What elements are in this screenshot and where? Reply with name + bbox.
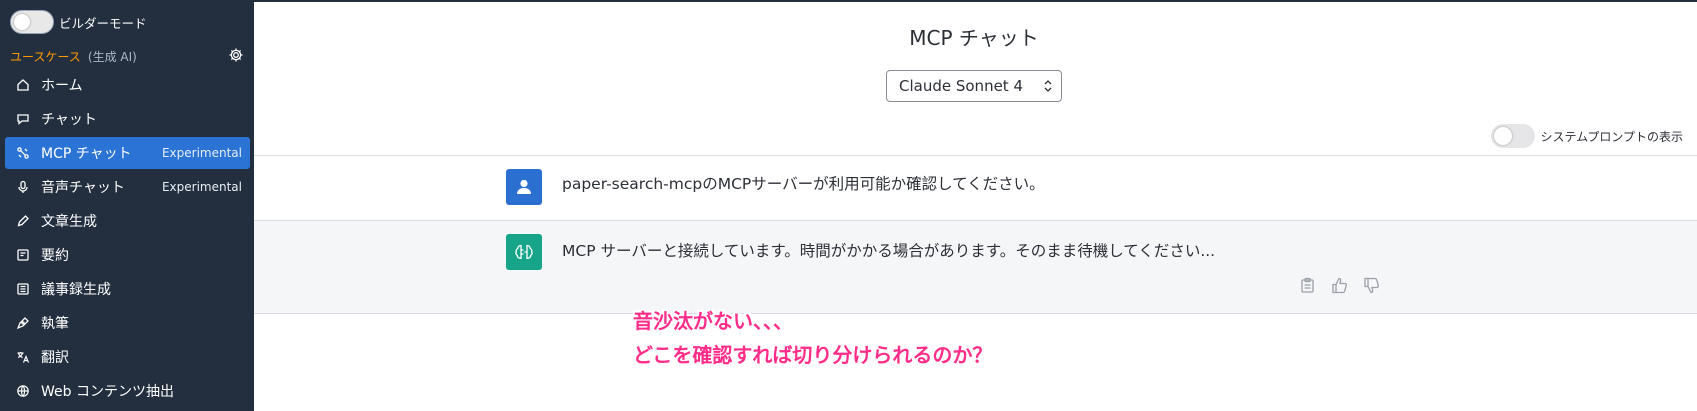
- microphone-icon: [15, 179, 31, 195]
- sidebar-item-label: ホーム: [41, 78, 83, 94]
- message-text: paper-search-mcpのMCPサーバーが利用可能か確認してください。: [562, 175, 1045, 193]
- system-prompt-toggle-row[interactable]: システムプロンプトの表示: [1491, 124, 1683, 148]
- chat-icon: [15, 111, 31, 127]
- system-prompt-toggle[interactable]: [1491, 124, 1536, 148]
- sidebar-item-summary[interactable]: 要約: [5, 239, 250, 271]
- sidebar-item-voice-chat[interactable]: 音声チャット Experimental: [5, 171, 250, 203]
- experimental-badge: Experimental: [161, 146, 242, 160]
- sidebar-item-label: 要約: [41, 248, 69, 264]
- usecase-section-header: ユースケース (生成 AI): [10, 46, 244, 64]
- annotation-line-1: 音沙汰がない、、、: [633, 309, 793, 333]
- chat-message-assistant: MCP サーバーと接続しています。時間がかかる場合があります。そのまま待機してく…: [254, 220, 1697, 314]
- sidebar: ビルダーモード ユースケース (生成 AI) ホーム チャット MCP チャット…: [0, 0, 254, 411]
- sidebar-item-label: Web コンテンツ抽出: [41, 384, 174, 400]
- experimental-badge: Experimental: [161, 180, 242, 194]
- pencil-icon: [15, 213, 31, 229]
- system-prompt-label: システムプロンプトの表示: [1540, 129, 1683, 144]
- assistant-avatar: [506, 234, 542, 270]
- chat-message-user: paper-search-mcpのMCPサーバーが利用可能か確認してください。: [254, 155, 1697, 220]
- sidebar-item-writing[interactable]: 執筆: [5, 307, 250, 339]
- thumbs-up-icon[interactable]: [1331, 277, 1348, 294]
- home-icon: [15, 77, 31, 93]
- thumbs-down-icon[interactable]: [1363, 277, 1380, 294]
- sidebar-item-translate[interactable]: 翻訳: [5, 341, 250, 373]
- sidebar-nav: ホーム チャット MCP チャット Experimental 音声チャット Ex…: [5, 69, 250, 409]
- sidebar-item-label: 文章生成: [41, 214, 97, 230]
- top-border: [254, 0, 1697, 2]
- brain-icon: [515, 244, 533, 259]
- sidebar-item-label: 音声チャット: [41, 180, 125, 196]
- builder-mode-toggle-row[interactable]: ビルダーモード: [10, 9, 147, 35]
- builder-mode-label: ビルダーモード: [59, 15, 147, 31]
- message-text: MCP サーバーと接続しています。時間がかかる場合があります。そのまま待機してく…: [562, 242, 1216, 260]
- chevron-updown-icon: [1044, 80, 1052, 92]
- page-title: MCP チャット: [909, 26, 1039, 50]
- model-select[interactable]: Claude Sonnet 4: [886, 70, 1062, 102]
- sidebar-item-minutes[interactable]: 議事録生成: [5, 273, 250, 305]
- sidebar-item-home[interactable]: ホーム: [5, 69, 250, 101]
- mcp-icon: [15, 145, 31, 161]
- sidebar-item-web-extraction[interactable]: Web コンテンツ抽出: [5, 375, 250, 407]
- sidebar-item-label: MCP チャット: [41, 146, 132, 162]
- message-actions: [1299, 277, 1380, 294]
- usecase-title: ユースケース: [10, 49, 81, 64]
- gear-icon[interactable]: [228, 47, 244, 63]
- user-icon: [517, 179, 531, 194]
- annotation-line-2: どこを確認すれば切り分けられるのか？: [633, 343, 993, 367]
- usecase-subtitle: (生成 AI): [87, 49, 137, 64]
- minutes-icon: [15, 281, 31, 297]
- globe-icon: [15, 383, 31, 399]
- builder-mode-toggle[interactable]: [10, 10, 54, 34]
- sidebar-item-label: 議事録生成: [41, 282, 111, 298]
- sidebar-item-label: 翻訳: [41, 350, 69, 366]
- sidebar-item-chat[interactable]: チャット: [5, 103, 250, 135]
- sidebar-item-label: チャット: [41, 112, 97, 128]
- sidebar-item-text-generation[interactable]: 文章生成: [5, 205, 250, 237]
- sidebar-item-mcp-chat[interactable]: MCP チャット Experimental: [5, 137, 250, 169]
- translate-icon: [15, 349, 31, 365]
- copy-icon[interactable]: [1299, 277, 1316, 294]
- writing-icon: [15, 315, 31, 331]
- sidebar-item-label: 執筆: [41, 316, 69, 332]
- summary-icon: [15, 247, 31, 263]
- user-avatar: [506, 169, 542, 205]
- model-select-value: Claude Sonnet 4: [899, 77, 1023, 95]
